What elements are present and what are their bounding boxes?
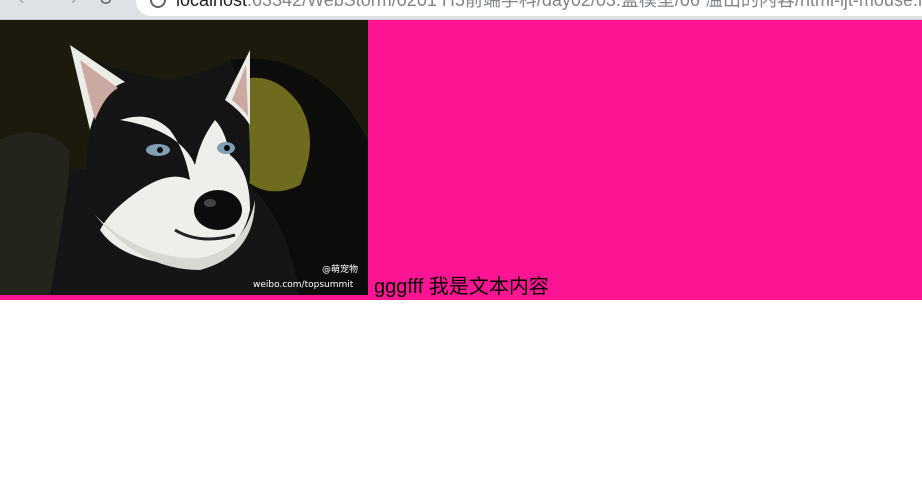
- reload-icon[interactable]: ↻: [98, 0, 113, 9]
- watermark-url: weibo.com/topsummit: [253, 280, 354, 290]
- url-path: :63342/WebStorm/0201 H5前端学科/day02/03.盒模型…: [247, 0, 922, 10]
- url-text[interactable]: localhost:63342/WebStorm/0201 H5前端学科/day…: [176, 0, 922, 10]
- forward-arrow-icon[interactable]: →: [62, 0, 77, 9]
- husky-photo: @萌宠物 weibo.com/topsummit: [0, 20, 368, 295]
- inline-text-content: gggfff 我是文本内容: [374, 276, 549, 298]
- husky-image: @萌宠物 weibo.com/topsummit: [0, 20, 368, 295]
- url-host: localhost: [176, 0, 248, 10]
- pink-container: @萌宠物 weibo.com/topsummit gggfff 我是文本内容: [0, 20, 922, 300]
- browser-toolbar: ← → ↻ localhost:63342/WebStorm/0201 H5前端…: [0, 0, 922, 20]
- watermark-handle: @萌宠物: [322, 263, 358, 275]
- back-arrow-icon[interactable]: ←: [18, 0, 33, 9]
